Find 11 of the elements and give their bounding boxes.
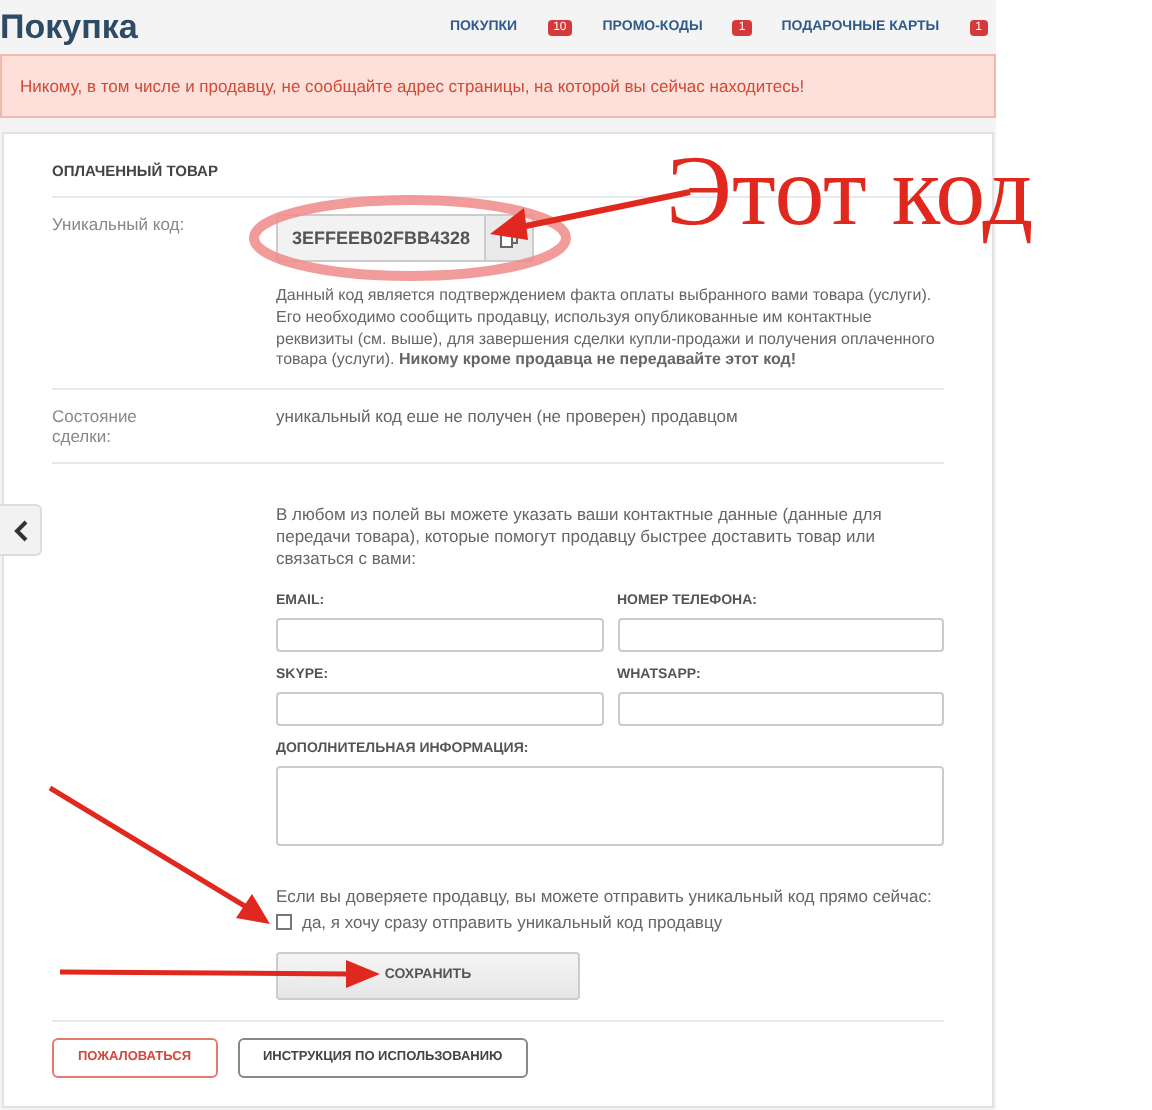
code-field[interactable]: 3EFFEEB02FBB4328 (276, 214, 487, 262)
field-label: Состояние сделки: (52, 406, 139, 447)
warning-alert: Никому, в том числе и продавцу, не сообщайте адрес страницы, на которой вы сейчас находитесь! (0, 54, 996, 118)
field-label: Уникальный код: (52, 214, 187, 238)
annotation-text: Этот код (666, 132, 1034, 248)
consent-text: Если вы доверяете продавцу, вы можете отправить уникальный код прямо сейчас: (276, 886, 934, 908)
checkbox-label: да, я хочу сразу отправить уникальный код продавцу (302, 911, 723, 932)
code-note: Данный код является подтверждением факта оплаты выбранного вами товара (услуги). Его необходимо сообщить продавцу, используя опубликованные им контактные реквизиты (см. выше), для завершения сделки купли-продажи и получения оплаченного товара (услуги). Никому кроме продавца не передавайте этот код! (276, 286, 937, 373)
contact-intro: В любом из полей вы можете указать ваши контактные данные (данные для передачи товара), которые помогут продавцу быстрее доставить товар или связаться с вами: (276, 504, 884, 571)
page-title: Покупка (0, 7, 140, 47)
status-value: уникальный код еше не получен (не проверен) продавцом (276, 406, 740, 431)
